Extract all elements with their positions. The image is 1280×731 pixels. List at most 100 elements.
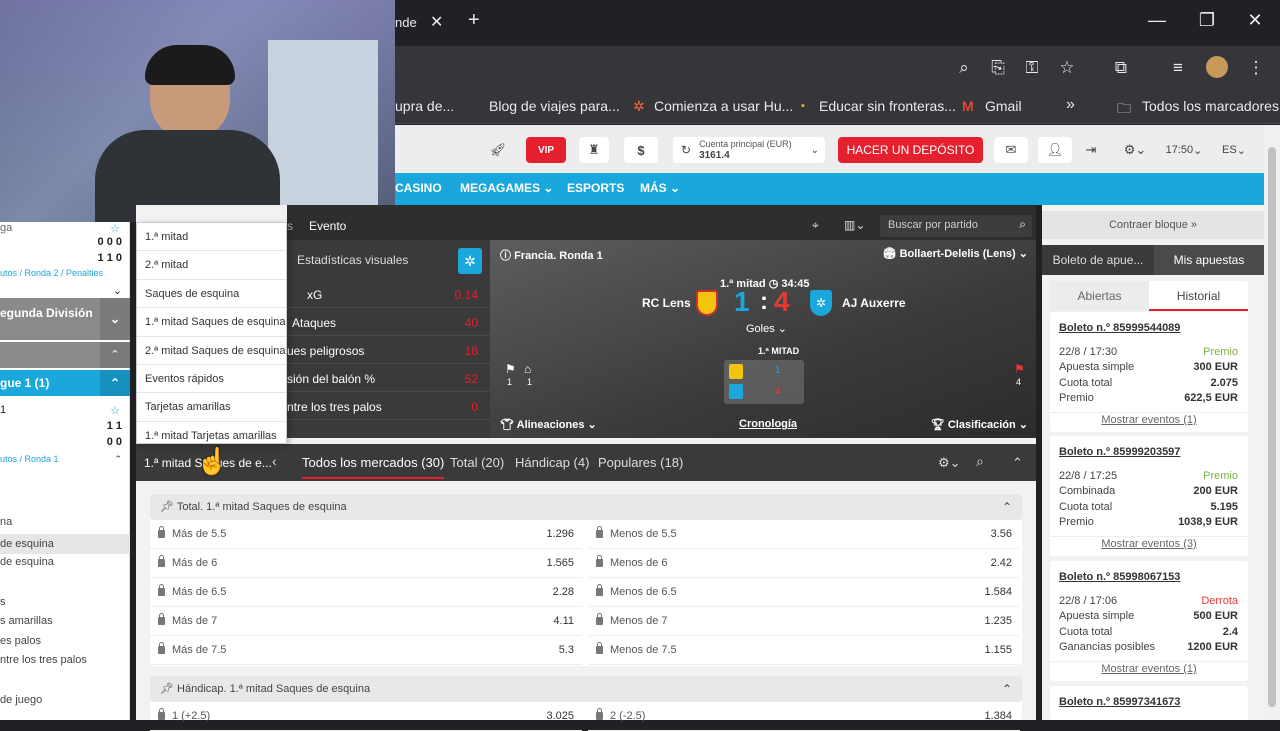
dropdown-item[interactable]: 2.ª mitad Saques de esquina (137, 337, 286, 365)
nav-casino[interactable]: CASINO (395, 181, 442, 195)
tab-total[interactable]: Total (20) (450, 455, 504, 470)
odds-cell[interactable]: Menos de 5.5 3.56 (588, 520, 1020, 549)
left-link[interactable]: utos / Ronda 2 / Penalties (0, 268, 130, 284)
odds-cell[interactable]: Más de 7.5 5.3 (150, 636, 582, 665)
dropdown-item[interactable]: Saques de esquina (137, 280, 286, 309)
tab-statistics[interactable]: s (287, 219, 293, 233)
search-icon[interactable]: ⌕ (976, 453, 984, 470)
left-market[interactable]: s (0, 596, 130, 614)
star-icon[interactable]: ☆ (110, 404, 120, 417)
odds-cell[interactable]: 1 (+2.5) 3.025 (150, 702, 582, 731)
vip-button[interactable]: VIP (526, 137, 566, 163)
left-market[interactable]: es palos (0, 635, 130, 653)
dropdown-item[interactable]: 1.ª mitad (137, 223, 286, 252)
odds-cell[interactable]: Más de 6.5 2.28 (150, 578, 582, 607)
show-events-link[interactable]: Mostrar eventos (1) (1050, 414, 1248, 426)
star-icon[interactable]: ☆ (1055, 58, 1079, 78)
chevron-up-icon[interactable]: ⌃ (1002, 494, 1012, 520)
pin-icon[interactable]: 📌︎ (160, 501, 174, 513)
left-market-selected[interactable]: de esquina (0, 534, 130, 554)
media-icon[interactable]: ≡ (1166, 58, 1190, 78)
collapsed-group[interactable]: ⌃ (0, 342, 130, 368)
goals-selector[interactable]: Goles ⌄ (746, 322, 787, 335)
league-segunda-division[interactable]: egunda División ⌄ (0, 298, 130, 340)
left-market[interactable]: de juego (0, 694, 130, 712)
pin-icon[interactable]: 📌︎ (160, 683, 174, 695)
minimize-icon[interactable]: — (1142, 10, 1172, 31)
tab-open-bets[interactable]: Abiertas (1050, 281, 1149, 311)
left-market[interactable]: na (0, 516, 130, 534)
bookmark-2[interactable]: Blog de viajes para... (489, 98, 620, 114)
tab-event[interactable]: Evento (309, 219, 346, 233)
restore-icon[interactable]: ❐ (1192, 10, 1222, 31)
settings-icon[interactable]: ⚙⌄ (1116, 137, 1154, 163)
panel-header[interactable]: 📌︎ Hándicap. 1.ª mitad Saques de esquina… (150, 676, 1022, 702)
dropdown-item[interactable]: Eventos rápidos (137, 365, 286, 394)
dropdown-item[interactable]: 1.ª mitad Saques de esquina (137, 308, 286, 337)
search-icon[interactable]: ⌕ (1019, 217, 1026, 232)
chevron-up-icon[interactable]: ⌃ (1002, 676, 1012, 702)
refresh-icon[interactable]: ↻ (681, 143, 691, 157)
scrollbar-thumb[interactable] (1268, 147, 1276, 707)
home-team[interactable]: RC Lens (642, 296, 691, 310)
all-bookmarks[interactable]: Todos los marcadores (1142, 98, 1279, 114)
lineups-button[interactable]: 👕︎ Alineaciones ⌄ (500, 418, 597, 431)
rocket-icon[interactable]: 🚀︎ (484, 137, 512, 163)
show-events-link[interactable]: Mostrar eventos (1) (1050, 663, 1248, 675)
chevron-down-icon[interactable]: ⌄ (100, 298, 130, 340)
left-link[interactable]: utos / Ronda 1 ⌃ (0, 454, 130, 470)
tab-handicap[interactable]: Hándicap (4) (515, 455, 589, 470)
show-events-link[interactable]: Mostrar eventos (3) (1050, 538, 1248, 550)
odds-cell[interactable]: Menos de 6.5 1.584 (588, 578, 1020, 607)
tab-all-markets[interactable]: Todos los mercados (30) (302, 455, 445, 479)
dollar-icon[interactable]: $ (624, 137, 658, 163)
away-team[interactable]: AJ Auxerre (842, 296, 906, 310)
odds-cell[interactable]: Menos de 6 2.42 (588, 549, 1020, 578)
bookmark-4[interactable]: Educar sin fronteras... (819, 98, 956, 114)
menu-icon[interactable]: ⋮ (1244, 58, 1268, 78)
left-market[interactable]: de esquina (0, 556, 130, 574)
nav-more[interactable]: MÁS ⌄ (640, 181, 680, 195)
location-icon[interactable]: ⌖ (812, 218, 819, 233)
tab-title[interactable]: nde (395, 15, 417, 30)
new-tab-icon[interactable]: + (468, 9, 480, 32)
bookmark-3[interactable]: Comienza a usar Hu... (654, 98, 793, 114)
deposit-button[interactable]: HACER UN DEPÓSITO (838, 137, 983, 163)
more-bookmarks-icon[interactable]: » (1066, 96, 1075, 114)
install-icon[interactable]: ⎘ (986, 58, 1010, 78)
odds-cell[interactable]: Menos de 7.5 1.155 (588, 636, 1020, 665)
standings-button[interactable]: 🏆︎ Clasificación ⌄ (931, 418, 1028, 431)
tab-popular[interactable]: Populares (18) (598, 455, 683, 470)
nav-megagames[interactable]: MEGAGAMES ⌄ (460, 181, 553, 195)
star-icon[interactable]: ☆ (110, 222, 120, 235)
settings-icon[interactable]: ⚙⌄ (938, 455, 961, 471)
bet-id-link[interactable]: Boleto n.º 85997341673 (1059, 696, 1180, 708)
logout-icon[interactable]: ⇥ (1080, 137, 1102, 163)
gift-icon[interactable]: ♜ (579, 137, 609, 163)
extensions-icon[interactable]: ⧉ (1109, 58, 1133, 78)
odds-cell[interactable]: Más de 7 4.11 (150, 607, 582, 636)
odds-cell[interactable]: Menos de 7 1.235 (588, 607, 1020, 636)
tab-bet-slip[interactable]: Boleto de apue... (1042, 245, 1154, 275)
bookmark-1[interactable]: upra de... (395, 98, 454, 114)
bookmark-gmail[interactable]: Gmail (985, 98, 1022, 114)
match-search-input[interactable]: Buscar por partido ⌕ (880, 215, 1032, 237)
left-market[interactable]: s amarillas (0, 615, 130, 633)
dropdown-item[interactable]: Tarjetas amarillas (137, 393, 286, 422)
stadium-selector[interactable]: 🏟︎ Bollaert-Delelis (Lens) ⌄ (883, 247, 1028, 260)
profile-avatar[interactable] (1206, 56, 1228, 78)
close-tab-icon[interactable]: ✕ (430, 12, 443, 32)
tab-history[interactable]: Historial (1149, 281, 1248, 311)
clock-display[interactable]: 17:50 ⌄ (1162, 137, 1206, 163)
account-selector[interactable]: ↻ Cuenta principal (EUR) 3161.4 ⌄ (673, 137, 825, 163)
bet-id-link[interactable]: Boleto n.º 85999203597 (1059, 446, 1180, 458)
user-icon[interactable]: 👤︎ (1038, 137, 1072, 163)
dropdown-item[interactable]: 2.ª mitad (137, 251, 286, 280)
page-scrollbar[interactable] (1264, 125, 1280, 720)
dropdown-item[interactable]: 1.ª mitad Tarjetas amarillas (137, 422, 286, 443)
chevron-up-icon[interactable]: ⌃ (114, 454, 122, 465)
key-icon[interactable]: ⚿ (1020, 58, 1044, 78)
panel-header[interactable]: 📌︎ Total. 1.ª mitad Saques de esquina ⌃ (150, 494, 1022, 520)
bet-id-link[interactable]: Boleto n.º 85999544089 (1059, 322, 1180, 334)
collapse-block-button[interactable]: Contraer bloque » (1042, 211, 1264, 239)
